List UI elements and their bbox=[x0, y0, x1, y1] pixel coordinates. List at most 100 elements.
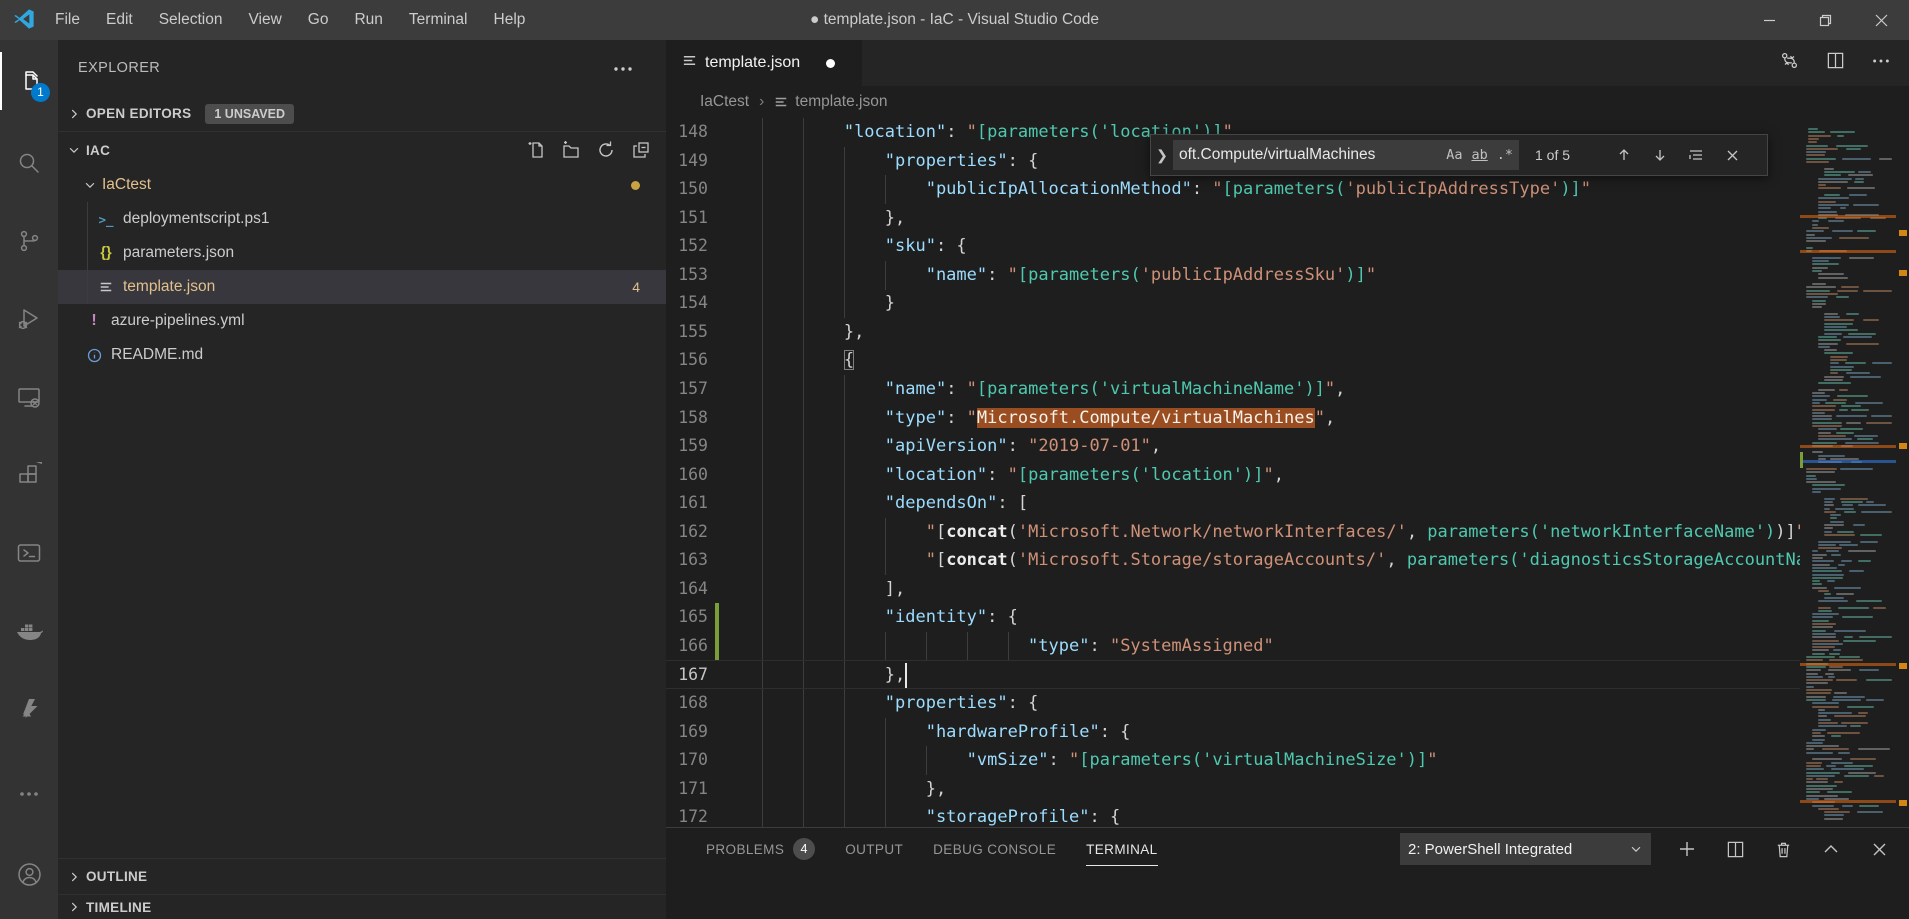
line-number[interactable]: 165 bbox=[666, 603, 708, 632]
minimize-button[interactable] bbox=[1741, 0, 1797, 40]
match-case-icon[interactable]: Aa bbox=[1446, 147, 1462, 163]
code-line-163[interactable]: 163 "[concat('Microsoft.Storage/storageA… bbox=[666, 546, 1800, 575]
file-template.json[interactable]: template.json4 bbox=[58, 270, 666, 304]
menu-run[interactable]: Run bbox=[341, 0, 395, 40]
line-number[interactable]: 156 bbox=[666, 346, 708, 375]
kill-terminal-icon[interactable] bbox=[1771, 837, 1795, 861]
code-line-154[interactable]: 154 } bbox=[666, 289, 1800, 318]
activity-docker-icon[interactable] bbox=[0, 602, 58, 660]
overview-ruler[interactable] bbox=[1896, 118, 1909, 827]
code-line-158[interactable]: 158 "type": "Microsoft.Compute/virtualMa… bbox=[666, 404, 1800, 433]
minimap[interactable] bbox=[1800, 118, 1896, 827]
toggle-replace-icon[interactable]: ❯ bbox=[1151, 147, 1173, 164]
line-number[interactable]: 166 bbox=[666, 632, 708, 661]
next-match-icon[interactable] bbox=[1649, 144, 1671, 166]
line-number[interactable]: 162 bbox=[666, 518, 708, 547]
line-number[interactable]: 158 bbox=[666, 404, 708, 433]
file-parameters.json[interactable]: {}parameters.json bbox=[58, 236, 666, 270]
breadcrumb-file[interactable]: template.json bbox=[795, 93, 887, 111]
code-line-161[interactable]: 161 "dependsOn": [ bbox=[666, 489, 1800, 518]
tab-template-json[interactable]: template.json bbox=[666, 40, 862, 86]
code-line-155[interactable]: 155 }, bbox=[666, 318, 1800, 347]
line-number[interactable]: 151 bbox=[666, 204, 708, 233]
activity-powershell-icon[interactable] bbox=[0, 524, 58, 582]
activity-run-debug-icon[interactable] bbox=[0, 290, 58, 348]
menu-view[interactable]: View bbox=[235, 0, 294, 40]
line-number[interactable]: 161 bbox=[666, 489, 708, 518]
new-folder-icon[interactable] bbox=[560, 139, 582, 161]
line-number[interactable]: 157 bbox=[666, 375, 708, 404]
activity-account-icon[interactable] bbox=[0, 845, 58, 903]
new-file-icon[interactable] bbox=[525, 139, 547, 161]
code-editor[interactable]: 148 "location": "[parameters('location')… bbox=[666, 118, 1800, 827]
file-README.md[interactable]: README.md bbox=[58, 338, 666, 372]
more-actions-icon[interactable] bbox=[1871, 51, 1891, 76]
line-number[interactable]: 155 bbox=[666, 318, 708, 347]
code-line-152[interactable]: 152 "sku": { bbox=[666, 232, 1800, 261]
maximize-panel-icon[interactable] bbox=[1819, 837, 1843, 861]
file-azure-pipelines.yml[interactable]: !azure-pipelines.yml bbox=[58, 304, 666, 338]
code-line-164[interactable]: 164 ], bbox=[666, 575, 1800, 604]
line-number[interactable]: 160 bbox=[666, 461, 708, 490]
line-number[interactable]: 149 bbox=[666, 147, 708, 176]
collapse-all-icon[interactable] bbox=[630, 139, 652, 161]
activity-files-icon[interactable]: 1 bbox=[0, 52, 58, 110]
code-line-159[interactable]: 159 "apiVersion": "2019-07-01", bbox=[666, 432, 1800, 461]
code-line-151[interactable]: 151 }, bbox=[666, 204, 1800, 233]
menu-help[interactable]: Help bbox=[481, 0, 539, 40]
line-number[interactable]: 163 bbox=[666, 546, 708, 575]
code-line-168[interactable]: 168 "properties": { bbox=[666, 689, 1800, 718]
find-input[interactable]: oft.Compute/virtualMachines Aa ab .* bbox=[1173, 140, 1519, 170]
code-line-170[interactable]: 170 "vmSize": "[parameters('virtualMachi… bbox=[666, 746, 1800, 775]
activity-extensions-icon[interactable] bbox=[0, 446, 58, 504]
menu-go[interactable]: Go bbox=[295, 0, 342, 40]
panel-tab-output[interactable]: OUTPUT bbox=[845, 828, 903, 870]
close-find-icon[interactable] bbox=[1721, 144, 1743, 166]
previous-match-icon[interactable] bbox=[1613, 144, 1635, 166]
line-number[interactable]: 153 bbox=[666, 261, 708, 290]
code-line-160[interactable]: 160 "location": "[parameters('location')… bbox=[666, 461, 1800, 490]
workspace-section[interactable]: IAC bbox=[58, 132, 666, 168]
line-number[interactable]: 168 bbox=[666, 689, 708, 718]
terminal-picker-dropdown[interactable]: 2: PowerShell Integrated bbox=[1400, 833, 1651, 865]
panel-tab-problems[interactable]: PROBLEMS4 bbox=[706, 828, 815, 870]
find-in-selection-icon[interactable] bbox=[1685, 144, 1707, 166]
code-line-156[interactable]: 156 { bbox=[666, 346, 1800, 375]
restore-button[interactable] bbox=[1797, 0, 1853, 40]
outline-section[interactable]: OUTLINE bbox=[58, 858, 666, 894]
refresh-icon[interactable] bbox=[595, 139, 617, 161]
panel-tab-terminal[interactable]: TERMINAL bbox=[1086, 828, 1157, 870]
code-line-162[interactable]: 162 "[concat('Microsoft.Network/networkI… bbox=[666, 518, 1800, 547]
code-line-153[interactable]: 153 "name": "[parameters('publicIpAddres… bbox=[666, 261, 1800, 290]
breadcrumb-folder[interactable]: IaCtest bbox=[700, 93, 749, 111]
menu-terminal[interactable]: Terminal bbox=[396, 0, 481, 40]
activity-remote-explorer-icon[interactable] bbox=[0, 368, 58, 426]
unsaved-dot-icon[interactable] bbox=[826, 59, 835, 68]
line-number[interactable]: 159 bbox=[666, 432, 708, 461]
file-deploymentscript.ps1[interactable]: >_deploymentscript.ps1 bbox=[58, 202, 666, 236]
line-number[interactable]: 164 bbox=[666, 575, 708, 604]
line-number[interactable]: 170 bbox=[666, 746, 708, 775]
line-number[interactable]: 152 bbox=[666, 232, 708, 261]
close-window-button[interactable] bbox=[1853, 0, 1909, 40]
activity-search-icon[interactable] bbox=[0, 134, 58, 192]
regex-icon[interactable]: .* bbox=[1497, 147, 1513, 163]
new-terminal-icon[interactable] bbox=[1675, 837, 1699, 861]
timeline-section[interactable]: TIMELINE bbox=[58, 894, 666, 919]
split-terminal-icon[interactable] bbox=[1723, 837, 1747, 861]
line-number[interactable]: 169 bbox=[666, 718, 708, 747]
code-line-150[interactable]: 150 "publicIpAllocationMethod": "[parame… bbox=[666, 175, 1800, 204]
code-line-169[interactable]: 169 "hardwareProfile": { bbox=[666, 718, 1800, 747]
line-number[interactable]: 154 bbox=[666, 289, 708, 318]
menu-file[interactable]: File bbox=[42, 0, 93, 40]
split-editor-icon[interactable] bbox=[1826, 51, 1845, 75]
explorer-more-button[interactable] bbox=[612, 58, 634, 85]
activity-azure-icon[interactable] bbox=[0, 680, 58, 738]
code-line-157[interactable]: 157 "name": "[parameters('virtualMachine… bbox=[666, 375, 1800, 404]
line-number[interactable]: 148 bbox=[666, 118, 708, 147]
code-line-165[interactable]: 165 "identity": { bbox=[666, 603, 1800, 632]
menu-edit[interactable]: Edit bbox=[93, 0, 146, 40]
line-number[interactable]: 150 bbox=[666, 175, 708, 204]
line-number[interactable]: 172 bbox=[666, 803, 708, 827]
code-line-172[interactable]: 172 "storageProfile": { bbox=[666, 803, 1800, 827]
